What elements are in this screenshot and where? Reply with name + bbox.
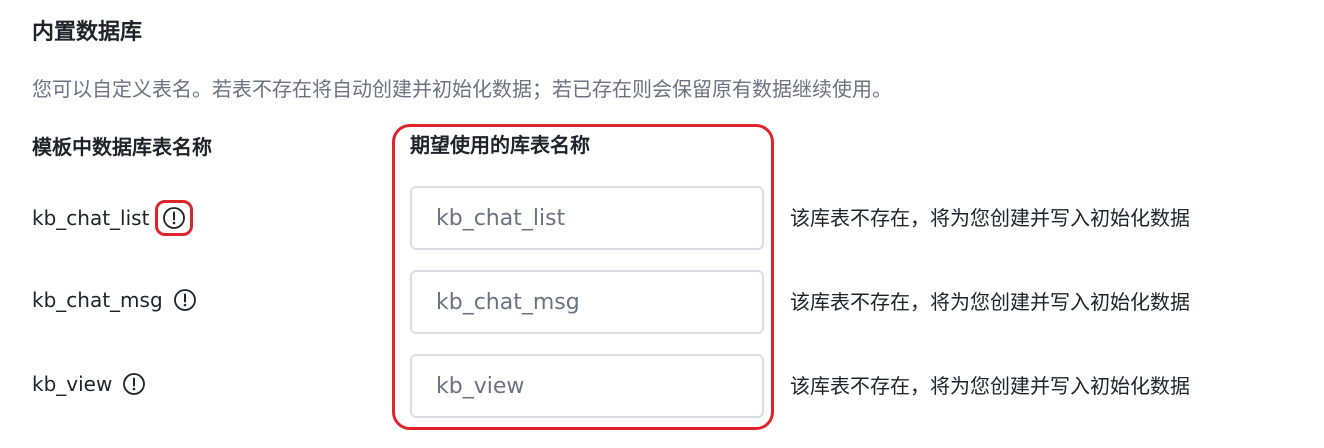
template-table-name-row-3: kb_view <box>32 369 146 399</box>
template-table-name-label: kb_view <box>32 372 113 396</box>
table-status-text: 该库表不存在，将为您创建并写入初始化数据 <box>790 374 1190 398</box>
info-icon[interactable] <box>155 200 194 236</box>
table-status-text: 该库表不存在，将为您创建并写入初始化数据 <box>790 290 1190 314</box>
section-title: 内置数据库 <box>32 20 143 45</box>
info-icon[interactable] <box>173 288 197 312</box>
desired-table-name-input[interactable] <box>410 354 764 418</box>
desired-table-name-header: 期望使用的库表名称 <box>410 133 590 157</box>
template-table-name-row-2: kb_chat_msg <box>32 285 197 315</box>
template-table-name-label: kb_chat_list <box>32 206 150 230</box>
info-icon[interactable] <box>122 372 146 396</box>
template-table-name-label: kb_chat_msg <box>32 288 163 312</box>
table-status-text: 该库表不存在，将为您创建并写入初始化数据 <box>790 206 1190 230</box>
section-description: 您可以自定义表名。若表不存在将自动创建并初始化数据；若已存在则会保留原有数据继续… <box>32 77 892 101</box>
template-table-name-row-1: kb_chat_list <box>32 200 194 236</box>
desired-table-name-input[interactable] <box>410 270 764 334</box>
desired-table-name-input[interactable] <box>410 186 764 250</box>
template-table-name-header: 模板中数据库表名称 <box>32 135 212 159</box>
